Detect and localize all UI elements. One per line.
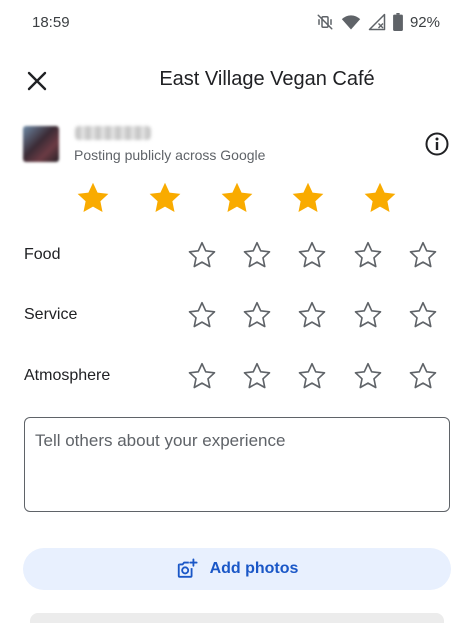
overall-star-3[interactable] [219,180,255,216]
next-section-card [30,613,444,623]
rating-label-food: Food [24,246,61,263]
info-button[interactable] [424,131,450,157]
rating-row-food: Food [0,236,474,276]
page-title: East Village Vegan Café [159,68,375,90]
overall-star-1[interactable] [75,180,111,216]
close-button[interactable] [20,64,54,98]
vibrate-off-icon [316,13,334,31]
atmosphere-star-4[interactable] [353,361,383,391]
rating-row-atmosphere: Atmosphere [0,357,474,397]
rating-label-service: Service [24,306,78,323]
wifi-icon [341,13,361,31]
service-star-3[interactable] [297,300,327,330]
overall-star-5[interactable] [362,180,398,216]
avatar [23,126,59,162]
service-star-5[interactable] [408,300,438,330]
atmosphere-star-5[interactable] [408,361,438,391]
atmosphere-star-3[interactable] [297,361,327,391]
cell-signal-icon [368,13,386,31]
close-icon [27,71,47,91]
user-row: Posting publicly across Google [0,118,474,172]
posting-label: Posting publicly across Google [74,147,266,163]
food-star-3[interactable] [297,240,327,270]
overall-star-2[interactable] [147,180,183,216]
rating-row-service: Service [0,296,474,336]
status-icons: 92% [316,13,440,31]
add-photos-button[interactable]: Add photos [23,548,451,590]
food-star-1[interactable] [187,240,217,270]
service-star-2[interactable] [242,300,272,330]
atmosphere-star-1[interactable] [187,361,217,391]
atmosphere-star-2[interactable] [242,361,272,391]
food-star-4[interactable] [353,240,383,270]
app-bar: East Village Vegan Café [0,58,474,104]
overall-star-4[interactable] [290,180,326,216]
rating-label-atmosphere: Atmosphere [24,367,111,384]
battery-icon [393,13,403,31]
review-text-input[interactable] [24,417,450,512]
battery-percent: 92% [409,13,440,31]
add-photo-icon [177,558,198,578]
status-time: 18:59 [32,14,70,31]
service-star-4[interactable] [353,300,383,330]
info-icon [425,132,449,156]
food-star-2[interactable] [242,240,272,270]
food-star-5[interactable] [408,240,438,270]
overall-rating [0,180,474,222]
add-photos-label: Add photos [209,560,299,577]
status-bar: 18:59 92% [0,0,474,46]
user-name-blurred [75,126,151,140]
service-star-1[interactable] [187,300,217,330]
